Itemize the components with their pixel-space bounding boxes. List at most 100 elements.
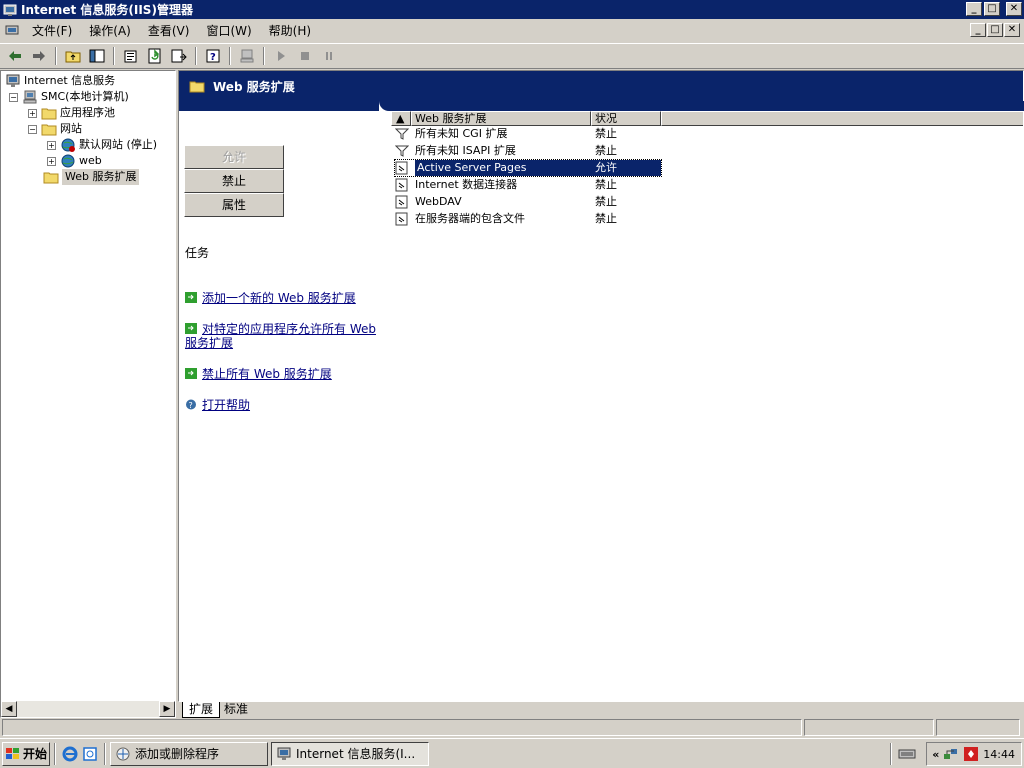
- menu-window[interactable]: 窗口(W): [198, 20, 260, 42]
- back-button[interactable]: [4, 45, 26, 67]
- tree-node-computer[interactable]: − SMC(本地计算机): [9, 89, 129, 105]
- mdi-minimize-button[interactable]: _: [970, 23, 986, 37]
- forward-button[interactable]: [28, 45, 50, 67]
- task-link[interactable]: 添加一个新的 Web 服务扩展: [202, 291, 356, 305]
- extension-status: 允许: [592, 160, 661, 176]
- extension-status: 禁止: [595, 178, 617, 191]
- tree-node-web[interactable]: + web: [47, 153, 102, 169]
- task-allow-all-for-app[interactable]: 对特定的应用程序允许所有 Web 服务扩展: [185, 322, 385, 350]
- taskbar: 开始 添加或删除程序 Internet 信息服务(I... « 14:44: [0, 738, 1024, 768]
- pause-button[interactable]: [318, 45, 340, 67]
- menu-action[interactable]: 操作(A): [81, 20, 140, 42]
- extension-name: 所有未知 ISAPI 扩展: [415, 144, 516, 157]
- list-item[interactable]: 所有未知 ISAPI 扩展 禁止: [395, 143, 661, 159]
- status-panel: [936, 719, 1020, 736]
- svg-text:?: ?: [210, 52, 216, 63]
- extension-icon: [395, 195, 408, 209]
- allow-button[interactable]: 允许: [184, 145, 284, 169]
- extension-status: 禁止: [595, 127, 617, 140]
- expand-toggle[interactable]: +: [47, 140, 56, 150]
- up-level-button[interactable]: [62, 45, 84, 67]
- maximize-button[interactable]: □: [984, 2, 1000, 16]
- close-button[interactable]: ✕: [1006, 2, 1022, 16]
- tree-pane: Internet 信息服务 − SMC(本地计算机) + 应用程序池 − 网站 …: [0, 70, 176, 718]
- tree-node-web-service-ext[interactable]: Web 服务扩展: [43, 169, 140, 185]
- help-button[interactable]: ?: [202, 45, 224, 67]
- folder-up-icon: [65, 51, 81, 63]
- menu-help[interactable]: 帮助(H): [261, 20, 320, 42]
- taskbar-divider: [104, 742, 106, 765]
- stop-button[interactable]: [294, 45, 316, 67]
- iis-icon: [277, 747, 291, 760]
- tray-keyboard[interactable]: [898, 745, 916, 764]
- extension-name: Active Server Pages: [415, 160, 592, 176]
- tab-extended[interactable]: 扩展: [182, 702, 221, 718]
- mdi-child-icon[interactable]: [4, 23, 20, 39]
- expand-toggle[interactable]: +: [47, 156, 56, 166]
- add-remove-programs-icon: [116, 747, 130, 760]
- alert-shield-icon[interactable]: [963, 746, 979, 762]
- task-prohibit-all[interactable]: 禁止所有 Web 服务扩展: [185, 367, 385, 381]
- clock[interactable]: 14:44: [983, 748, 1015, 761]
- list-item[interactable]: 在服务器端的包含文件 禁止: [395, 211, 661, 227]
- taskbar-item-iis[interactable]: Internet 信息服务(I...: [271, 741, 429, 766]
- pause-icon: [326, 52, 332, 60]
- start-button[interactable]: 开始: [2, 741, 50, 766]
- list-item[interactable]: 所有未知 CGI 扩展 禁止: [395, 126, 661, 142]
- properties-button[interactable]: 属性: [184, 193, 284, 217]
- scroll-right-button[interactable]: ▶: [159, 701, 175, 717]
- tree-node-websites[interactable]: − 网站: [28, 121, 82, 137]
- forward-arrow-icon: [33, 51, 45, 61]
- task-link[interactable]: 对特定的应用程序允许所有 Web 服务扩展: [185, 322, 376, 350]
- list-header: ▲ Web 服务扩展 状况: [391, 111, 1023, 126]
- tree-node-root[interactable]: Internet 信息服务: [5, 73, 115, 89]
- quicklaunch-ie[interactable]: [60, 744, 80, 764]
- show-tree-button[interactable]: [86, 45, 108, 67]
- connect-button[interactable]: [236, 45, 258, 67]
- toolbar-separator: [195, 47, 197, 65]
- menu-file[interactable]: 文件(F): [24, 20, 81, 42]
- extension-status: 禁止: [595, 212, 617, 225]
- scroll-track[interactable]: [17, 701, 159, 717]
- back-arrow-icon: [9, 51, 21, 61]
- minimize-button[interactable]: _: [966, 2, 982, 16]
- console-tree: Internet 信息服务 − SMC(本地计算机) + 应用程序池 − 网站 …: [1, 71, 175, 701]
- task-link[interactable]: 禁止所有 Web 服务扩展: [202, 367, 332, 381]
- tree-horizontal-scrollbar[interactable]: ◀ ▶: [1, 701, 175, 717]
- list-item[interactable]: WebDAV 禁止: [395, 194, 661, 210]
- menu-bar: 文件(F) 操作(A) 查看(V) 窗口(W) 帮助(H) _ □ ✕: [0, 19, 1024, 43]
- scroll-left-button[interactable]: ◀: [1, 701, 17, 717]
- tree-node-default-site[interactable]: + 默认网站 (停止): [47, 137, 157, 153]
- show-desktop-icon: [83, 746, 97, 761]
- globe-icon: [61, 154, 75, 168]
- tray-expand-chevron[interactable]: «: [932, 748, 939, 761]
- network-icon[interactable]: [943, 746, 959, 762]
- column-header-status[interactable]: 状况: [591, 111, 661, 126]
- sort-column-header[interactable]: ▲: [391, 111, 411, 126]
- title-bar[interactable]: Internet 信息服务(IIS)管理器 _ □ ✕: [0, 0, 1024, 19]
- task-add-extension[interactable]: 添加一个新的 Web 服务扩展: [185, 291, 385, 305]
- column-header-extension[interactable]: Web 服务扩展: [411, 111, 591, 126]
- task-link[interactable]: 打开帮助: [202, 398, 250, 412]
- export-list-button[interactable]: [168, 45, 190, 67]
- tree-node-apppools[interactable]: + 应用程序池: [28, 105, 115, 121]
- start-button[interactable]: [270, 45, 292, 67]
- collapse-toggle[interactable]: −: [28, 124, 37, 134]
- mdi-restore-button[interactable]: □: [987, 23, 1003, 37]
- mdi-close-button[interactable]: ✕: [1004, 23, 1020, 37]
- taskbar-item-add-remove[interactable]: 添加或删除程序: [110, 741, 268, 766]
- task-open-help[interactable]: ? 打开帮助: [185, 398, 385, 412]
- properties-button[interactable]: [120, 45, 142, 67]
- list-item-selected[interactable]: Active Server Pages 允许: [394, 159, 662, 177]
- refresh-button[interactable]: [144, 45, 166, 67]
- collapse-toggle[interactable]: −: [9, 92, 18, 102]
- quicklaunch-desktop[interactable]: [80, 744, 100, 764]
- expand-toggle[interactable]: +: [28, 108, 37, 118]
- menu-view[interactable]: 查看(V): [140, 20, 199, 42]
- tree-label-root: Internet 信息服务: [24, 74, 116, 87]
- folder-icon: [41, 124, 57, 136]
- tab-standard[interactable]: 标准: [218, 702, 254, 718]
- prohibit-button[interactable]: 禁止: [184, 169, 284, 193]
- list-item[interactable]: Internet 数据连接器 禁止: [395, 177, 661, 193]
- keyboard-icon: [898, 749, 916, 759]
